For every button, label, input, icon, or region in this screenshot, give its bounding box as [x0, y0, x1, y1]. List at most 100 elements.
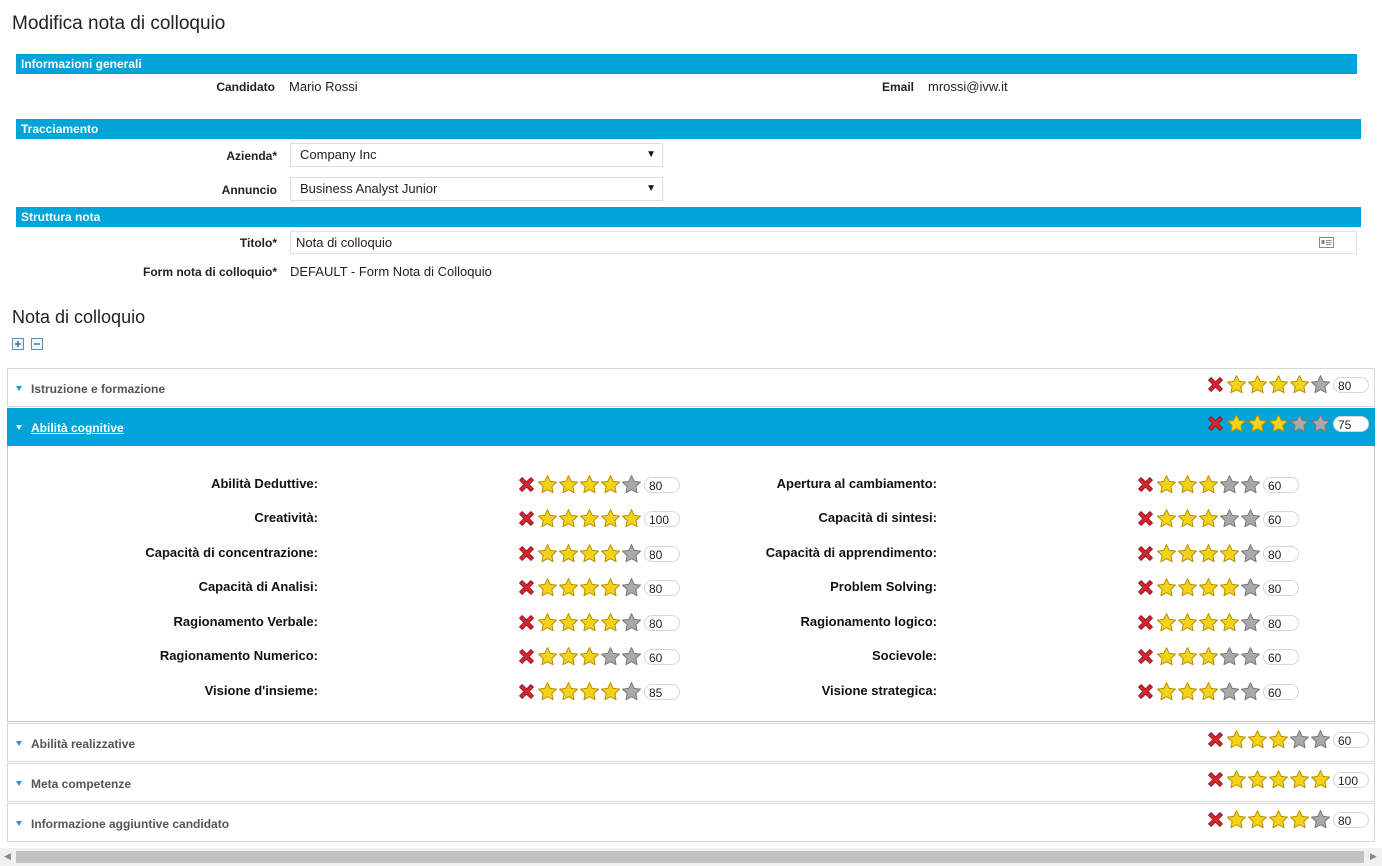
star-empty-icon[interactable] — [1310, 374, 1331, 395]
skill-rating[interactable]: 60 — [1135, 681, 1299, 702]
section-panel-info[interactable]: Informazione aggiuntive candidato 80 — [7, 803, 1375, 842]
star-filled-icon[interactable] — [1177, 474, 1198, 495]
star-filled-icon[interactable] — [1226, 769, 1247, 790]
expand-arrow-icon[interactable] — [16, 741, 22, 746]
star-filled-icon[interactable] — [1219, 543, 1240, 564]
star-filled-icon[interactable] — [537, 474, 558, 495]
skill-rating[interactable]: 60 — [1135, 646, 1299, 667]
star-filled-icon[interactable] — [1247, 809, 1268, 830]
section-rating[interactable]: 60 — [1205, 729, 1369, 750]
ad-select[interactable]: Business Analyst Junior ▼ — [290, 177, 663, 201]
section-title[interactable]: Meta competenze — [31, 777, 131, 791]
star-empty-icon[interactable] — [1289, 413, 1310, 434]
star-filled-icon[interactable] — [1268, 809, 1289, 830]
section-rating[interactable]: 80 — [1205, 374, 1369, 395]
star-filled-icon[interactable] — [1156, 577, 1177, 598]
skill-rating[interactable]: 60 — [1135, 474, 1299, 495]
star-filled-icon[interactable] — [1156, 612, 1177, 633]
star-filled-icon[interactable] — [558, 508, 579, 529]
star-filled-icon[interactable] — [1156, 474, 1177, 495]
star-filled-icon[interactable] — [1198, 681, 1219, 702]
star-filled-icon[interactable] — [1177, 681, 1198, 702]
star-filled-icon[interactable] — [579, 681, 600, 702]
score-field[interactable]: 75 — [1333, 415, 1369, 432]
section-title-link[interactable]: Abilità cognitive — [31, 421, 124, 435]
section-header-cognitive[interactable]: Abilità cognitive 75 — [7, 408, 1375, 446]
clear-rating-icon[interactable] — [1135, 543, 1156, 564]
star-filled-icon[interactable] — [1268, 374, 1289, 395]
star-filled-icon[interactable] — [1177, 543, 1198, 564]
clear-rating-icon[interactable] — [516, 508, 537, 529]
star-filled-icon[interactable] — [1198, 577, 1219, 598]
star-empty-icon[interactable] — [600, 646, 621, 667]
star-filled-icon[interactable] — [537, 646, 558, 667]
score-field[interactable]: 60 — [1263, 683, 1299, 700]
star-filled-icon[interactable] — [558, 577, 579, 598]
star-filled-icon[interactable] — [1310, 769, 1331, 790]
collapse-all-icon[interactable] — [31, 338, 43, 350]
star-filled-icon[interactable] — [1289, 769, 1310, 790]
section-panel-istruzione[interactable]: Istruzione e formazione 80 — [7, 368, 1375, 407]
star-filled-icon[interactable] — [1198, 543, 1219, 564]
star-filled-icon[interactable] — [1177, 646, 1198, 667]
clear-rating-icon[interactable] — [1135, 646, 1156, 667]
scroll-right-icon[interactable]: ▶ — [1370, 851, 1377, 862]
star-empty-icon[interactable] — [1310, 729, 1331, 750]
clear-rating-icon[interactable] — [516, 646, 537, 667]
star-filled-icon[interactable] — [579, 508, 600, 529]
star-filled-icon[interactable] — [558, 681, 579, 702]
star-filled-icon[interactable] — [1226, 374, 1247, 395]
score-field[interactable]: 80 — [1263, 545, 1299, 562]
star-filled-icon[interactable] — [1198, 646, 1219, 667]
star-filled-icon[interactable] — [579, 577, 600, 598]
score-field[interactable]: 100 — [1333, 771, 1369, 788]
star-filled-icon[interactable] — [1226, 729, 1247, 750]
expand-arrow-icon[interactable] — [16, 781, 22, 786]
clear-rating-icon[interactable] — [1135, 508, 1156, 529]
section-panel-realizzative[interactable]: Abilità realizzative 60 — [7, 723, 1375, 762]
star-empty-icon[interactable] — [1219, 508, 1240, 529]
section-title[interactable]: Informazione aggiuntive candidato — [31, 817, 229, 831]
expand-arrow-icon[interactable] — [16, 821, 22, 826]
score-field[interactable]: 80 — [1333, 376, 1369, 393]
clear-rating-icon[interactable] — [1135, 474, 1156, 495]
star-empty-icon[interactable] — [1240, 577, 1261, 598]
star-filled-icon[interactable] — [1268, 413, 1289, 434]
star-filled-icon[interactable] — [1247, 729, 1268, 750]
expand-arrow-icon[interactable] — [16, 386, 22, 391]
star-filled-icon[interactable] — [1289, 374, 1310, 395]
score-field[interactable]: 60 — [1333, 731, 1369, 748]
star-filled-icon[interactable] — [1219, 577, 1240, 598]
star-empty-icon[interactable] — [1240, 474, 1261, 495]
star-filled-icon[interactable] — [1177, 577, 1198, 598]
section-title[interactable]: Istruzione e formazione — [31, 382, 165, 396]
star-filled-icon[interactable] — [600, 474, 621, 495]
star-filled-icon[interactable] — [1177, 612, 1198, 633]
scrollbar-thumb[interactable] — [16, 851, 1364, 863]
star-empty-icon[interactable] — [1289, 729, 1310, 750]
star-filled-icon[interactable] — [1198, 612, 1219, 633]
star-filled-icon[interactable] — [558, 474, 579, 495]
star-filled-icon[interactable] — [600, 508, 621, 529]
score-field[interactable]: 80 — [1263, 614, 1299, 631]
star-filled-icon[interactable] — [537, 508, 558, 529]
star-filled-icon[interactable] — [537, 577, 558, 598]
star-filled-icon[interactable] — [1177, 508, 1198, 529]
star-filled-icon[interactable] — [1156, 508, 1177, 529]
star-filled-icon[interactable] — [1198, 508, 1219, 529]
clear-rating-icon[interactable] — [1135, 577, 1156, 598]
clear-rating-icon[interactable] — [1135, 681, 1156, 702]
score-field[interactable]: 60 — [1263, 510, 1299, 527]
skill-rating[interactable]: 80 — [1135, 577, 1299, 598]
star-filled-icon[interactable] — [1289, 809, 1310, 830]
star-filled-icon[interactable] — [1156, 646, 1177, 667]
score-field[interactable]: 60 — [1263, 476, 1299, 493]
star-filled-icon[interactable] — [537, 681, 558, 702]
star-filled-icon[interactable] — [579, 612, 600, 633]
star-filled-icon[interactable] — [579, 543, 600, 564]
scroll-left-icon[interactable]: ◀ — [4, 851, 11, 862]
skill-rating[interactable]: 80 — [1135, 612, 1299, 633]
star-filled-icon[interactable] — [600, 543, 621, 564]
star-filled-icon[interactable] — [1198, 474, 1219, 495]
clear-rating-icon[interactable] — [1135, 612, 1156, 633]
